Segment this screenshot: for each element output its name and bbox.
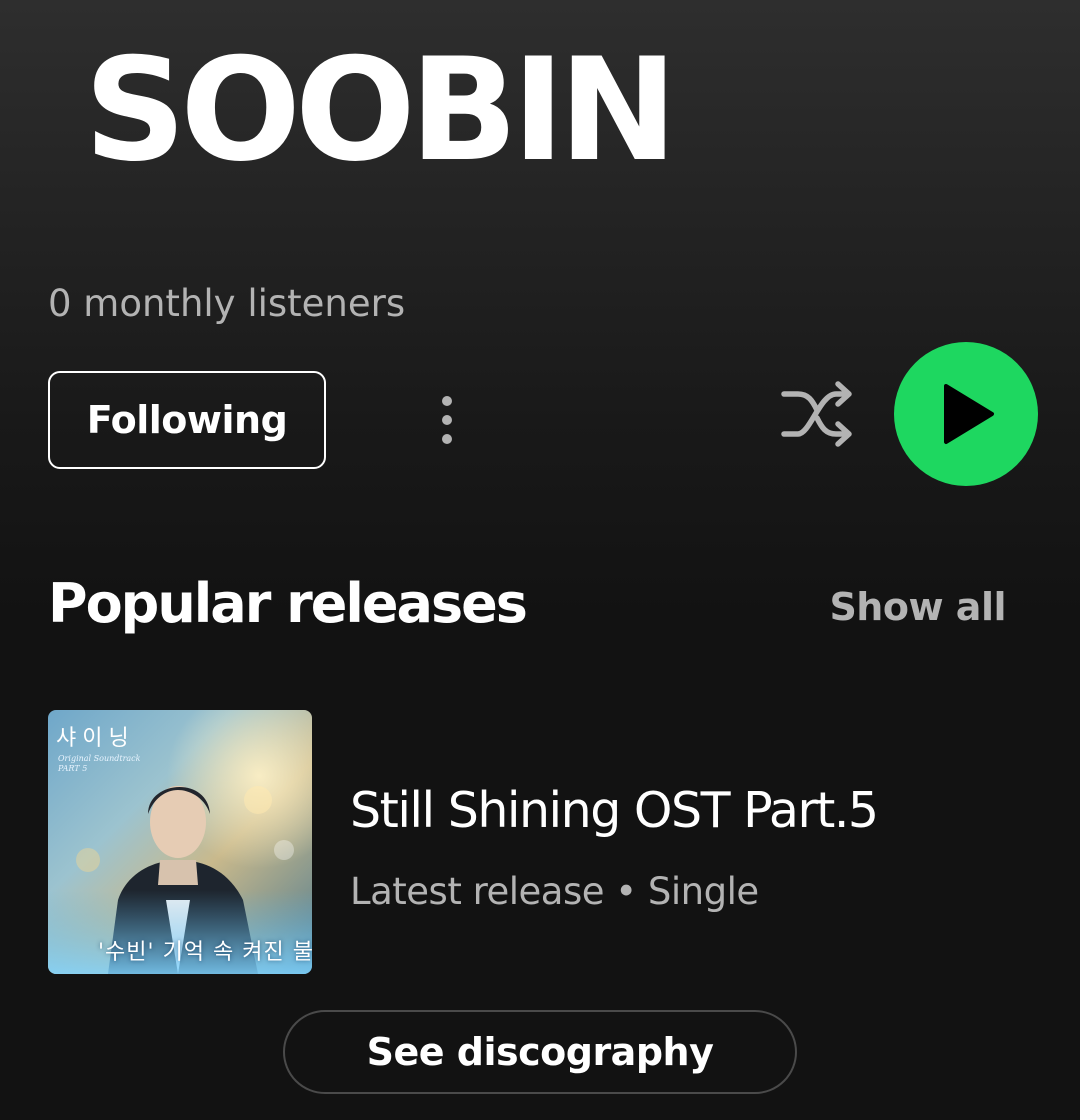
- more-vertical-icon-dot: [442, 415, 452, 425]
- cover-subtitle: Original Soundtrack PART 5: [58, 754, 141, 773]
- release-meta: Latest release • Single: [350, 870, 759, 913]
- cover-subtitle-line2: PART 5: [58, 763, 88, 773]
- shuffle-button[interactable]: [776, 378, 858, 450]
- monthly-listeners: 0 monthly listeners: [48, 282, 406, 325]
- more-vertical-icon-dot: [442, 434, 452, 444]
- play-button[interactable]: [894, 342, 1038, 486]
- release-item[interactable]: 샤이닝 Original Soundtrack PART 5 '수빈' 기억 속…: [48, 710, 1038, 974]
- following-button[interactable]: Following: [48, 371, 326, 469]
- album-cover: 샤이닝 Original Soundtrack PART 5 '수빈' 기억 속…: [48, 710, 312, 974]
- play-icon: [944, 384, 994, 444]
- popular-releases-heading: Popular releases: [48, 572, 528, 635]
- cover-caption: '수빈' 기억 속 켜진 불: [98, 940, 312, 965]
- show-all-link[interactable]: Show all: [829, 585, 1006, 629]
- artist-name: SOOBIN: [84, 28, 678, 193]
- artist-page: SOOBIN 0 monthly listeners Following Pop…: [0, 0, 1080, 1120]
- more-options-button[interactable]: [420, 380, 474, 460]
- shuffle-icon: [781, 381, 852, 447]
- cover-show-title: 샤이닝: [56, 726, 135, 751]
- release-title: Still Shining OST Part.5: [350, 782, 879, 839]
- see-discography-button[interactable]: See discography: [283, 1010, 797, 1094]
- cover-subtitle-line1: Original Soundtrack: [58, 754, 141, 763]
- more-vertical-icon: [442, 396, 452, 406]
